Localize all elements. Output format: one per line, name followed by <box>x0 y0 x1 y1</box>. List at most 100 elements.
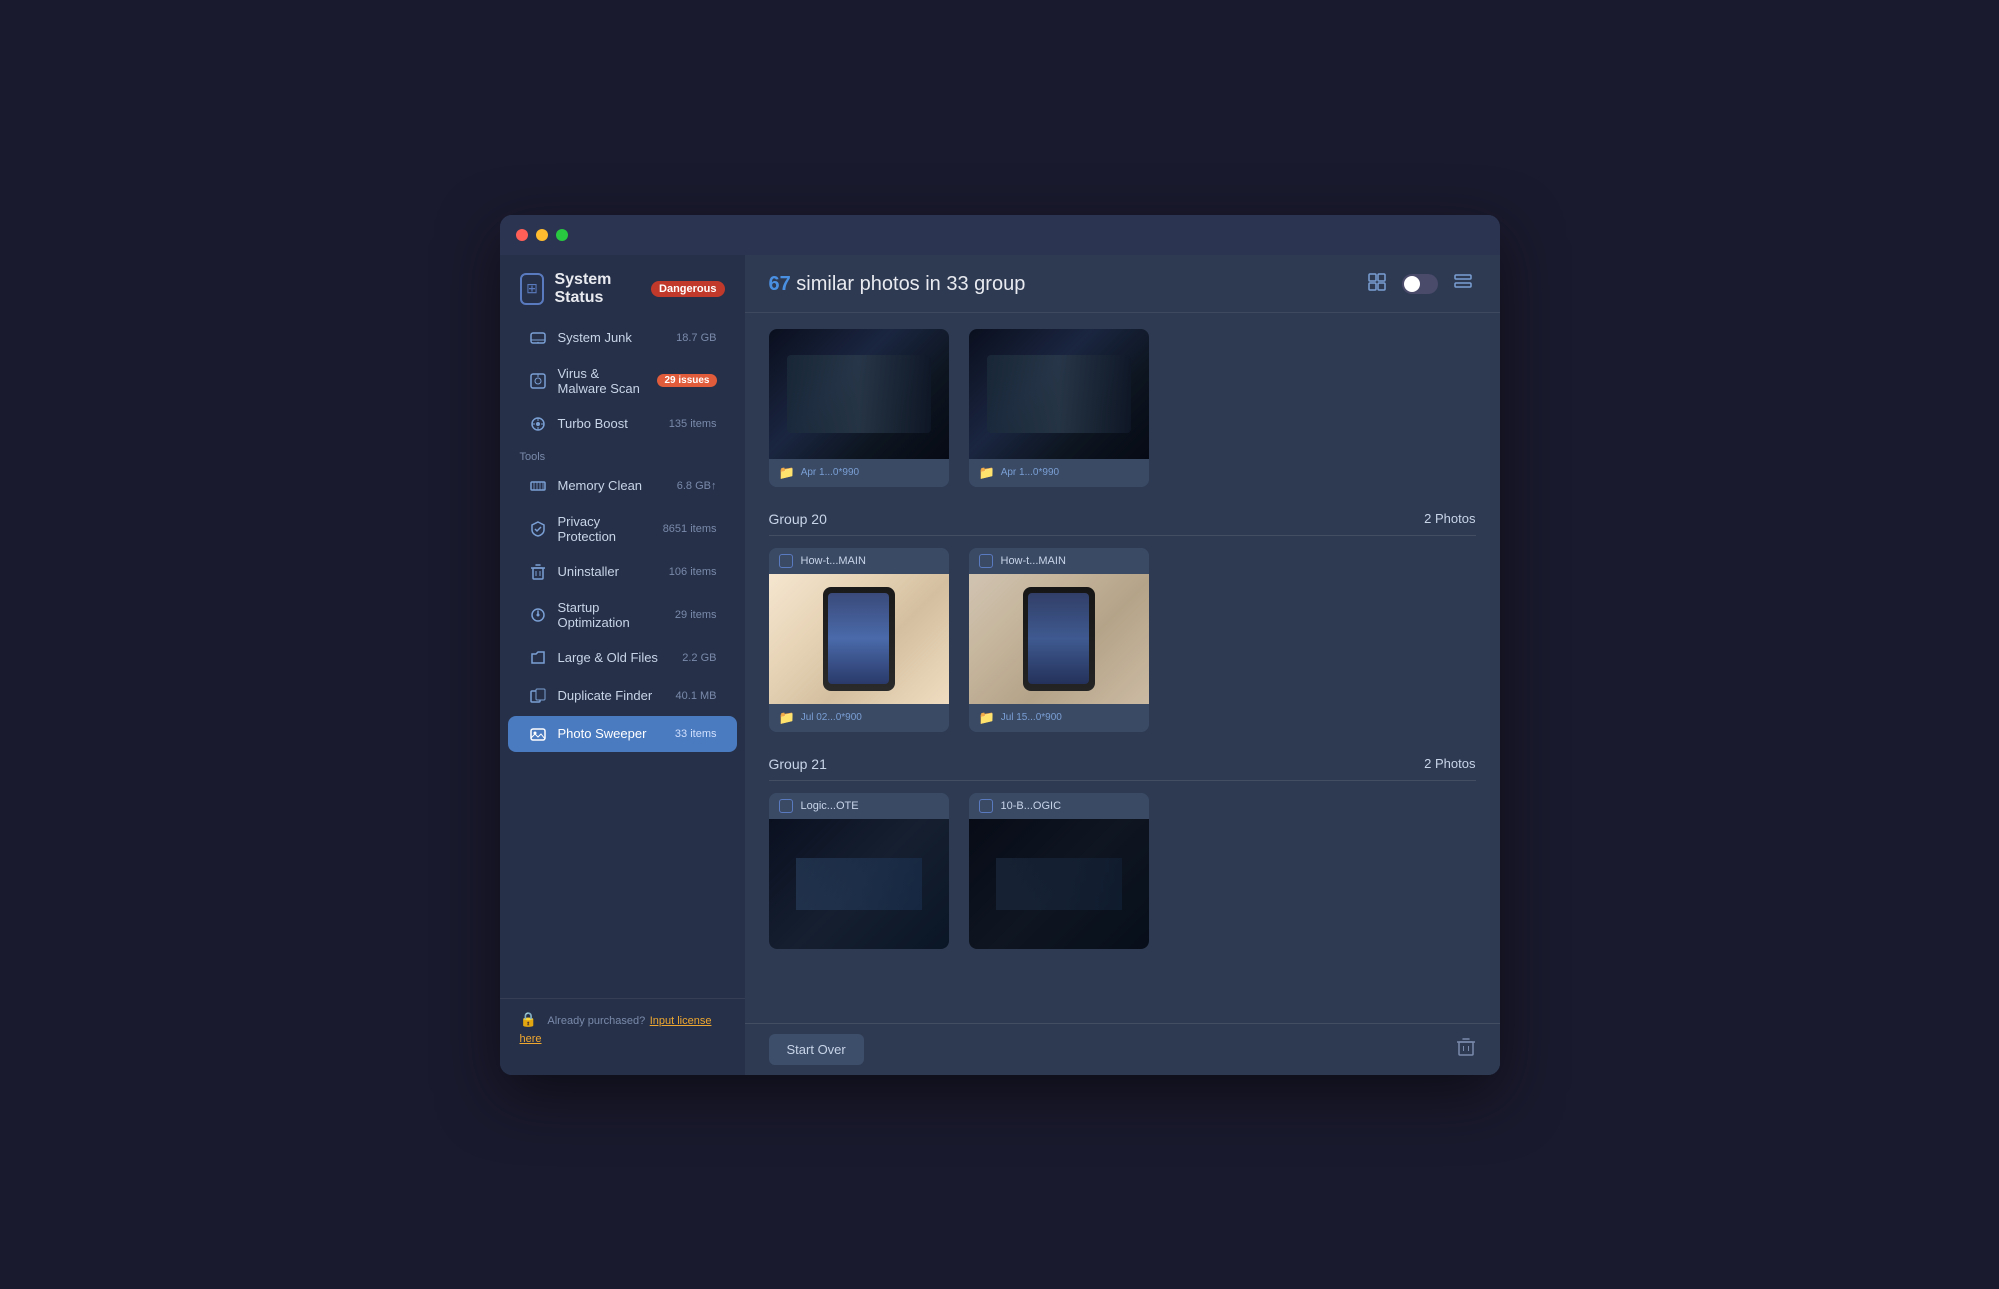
start-over-button[interactable]: Start Over <box>769 1034 864 1065</box>
close-button[interactable] <box>516 229 528 241</box>
memory-clean-count: 6.8 GB↑ <box>677 480 717 492</box>
app-body: ⊞ System Status Dangerous System Junk 18… <box>500 255 1500 1075</box>
bottom-bar: Start Over <box>745 1023 1500 1075</box>
photo-card-header: How-t...MAIN <box>969 548 1149 574</box>
group-20-count: 2 Photos <box>1424 511 1475 526</box>
turbo-boost-count: 135 items <box>669 418 717 430</box>
sidebar-item-virus-scan[interactable]: Virus & Malware Scan 29 issues <box>508 358 737 404</box>
grid-view-button[interactable] <box>1364 269 1390 300</box>
system-junk-label: System Junk <box>558 330 667 345</box>
photo-footer: 📁 Apr 1...0*990 <box>769 459 949 487</box>
large-old-files-label: Large & Old Files <box>558 650 673 665</box>
photo-checkbox[interactable] <box>979 799 993 813</box>
photo-filename: How-t...MAIN <box>801 555 866 567</box>
turbo-boost-icon <box>528 414 548 434</box>
list-view-button[interactable] <box>1450 269 1476 300</box>
app-window: ⊞ System Status Dangerous System Junk 18… <box>500 215 1500 1075</box>
delete-button[interactable] <box>1456 1037 1476 1062</box>
title-suffix: similar photos in 33 group <box>791 273 1026 295</box>
sidebar-item-memory-clean[interactable]: Memory Clean 6.8 GB↑ <box>508 468 737 504</box>
minimize-button[interactable] <box>536 229 548 241</box>
privacy-protection-label: Privacy Protection <box>558 514 653 544</box>
photo-thumbnail <box>969 329 1149 459</box>
sidebar-item-photo-sweeper[interactable]: Photo Sweeper 33 items <box>508 716 737 752</box>
sidebar-item-startup-optimization[interactable]: Startup Optimization 29 items <box>508 592 737 638</box>
sidebar-item-turbo-boost[interactable]: Turbo Boost 135 items <box>508 406 737 442</box>
main-content: 67 similar photos in 33 group <box>745 255 1500 1075</box>
photo-card-group21-1[interactable]: Logic...OTE <box>769 793 949 949</box>
photo-group-20: Group 20 2 Photos How-t...MAIN 📁 <box>769 503 1476 732</box>
photo-thumbnail <box>969 574 1149 704</box>
app-logo-icon: ⊞ <box>520 273 545 305</box>
folder-icon: 📁 <box>979 710 995 726</box>
folder-icon: 📁 <box>979 465 995 481</box>
sidebar-item-uninstaller[interactable]: Uninstaller 106 items <box>508 554 737 590</box>
photo-thumbnail <box>769 329 949 459</box>
sidebar-title: System Status <box>554 271 637 307</box>
photo-sweeper-label: Photo Sweeper <box>558 726 665 741</box>
virus-issues-badge: 29 issues <box>657 374 716 387</box>
photo-thumbnail <box>769 574 949 704</box>
photo-filename: How-t...MAIN <box>1001 555 1066 567</box>
maximize-button[interactable] <box>556 229 568 241</box>
photo-card[interactable]: 📁 Apr 1...0*990 <box>969 329 1149 487</box>
duplicate-finder-icon <box>528 686 548 706</box>
turbo-boost-label: Turbo Boost <box>558 416 659 431</box>
photo-count: 67 <box>769 273 791 295</box>
photo-card-header: How-t...MAIN <box>769 548 949 574</box>
photo-meta: Jul 02...0*900 <box>801 712 862 723</box>
lock-icon: 🔒 <box>520 1011 537 1027</box>
header-actions <box>1364 269 1476 300</box>
photo-checkbox[interactable] <box>779 554 793 568</box>
sidebar-footer: 🔒 Already purchased? Input license here <box>500 998 745 1059</box>
photo-meta: Jul 15...0*900 <box>1001 712 1062 723</box>
status-badge: Dangerous <box>651 281 724 297</box>
sidebar-item-privacy-protection[interactable]: Privacy Protection 8651 items <box>508 506 737 552</box>
sidebar-header: ⊞ System Status Dangerous <box>500 255 745 319</box>
photo-thumbnail <box>969 819 1149 949</box>
photo-card[interactable]: 📁 Apr 1...0*990 <box>769 329 949 487</box>
photo-filename: Logic...OTE <box>801 800 859 812</box>
system-junk-icon <box>528 328 548 348</box>
large-old-files-icon <box>528 648 548 668</box>
photo-card-group20-2[interactable]: How-t...MAIN 📁 Jul 15...0*900 <box>969 548 1149 732</box>
folder-icon: 📁 <box>779 465 795 481</box>
virus-scan-label: Virus & Malware Scan <box>558 366 648 396</box>
virus-scan-icon <box>528 371 548 391</box>
startup-optimization-icon <box>528 605 548 625</box>
photos-row: 📁 Apr 1...0*990 📁 Apr 1...0*990 <box>769 329 1476 487</box>
photo-meta: Apr 1...0*990 <box>1001 467 1059 478</box>
group-20-header: Group 20 2 Photos <box>769 503 1476 536</box>
startup-optimization-count: 29 items <box>675 609 717 621</box>
view-toggle[interactable] <box>1402 274 1438 294</box>
uninstaller-icon <box>528 562 548 582</box>
privacy-protection-count: 8651 items <box>663 523 717 535</box>
already-purchased-text: Already purchased? <box>547 1015 645 1027</box>
group-21-count: 2 Photos <box>1424 756 1475 771</box>
group-20-photos: How-t...MAIN 📁 Jul 02...0*900 How <box>769 548 1476 732</box>
startup-optimization-label: Startup Optimization <box>558 600 665 630</box>
photo-card-group20-1[interactable]: How-t...MAIN 📁 Jul 02...0*900 <box>769 548 949 732</box>
group-21-header: Group 21 2 Photos <box>769 748 1476 781</box>
photo-sweeper-count: 33 items <box>675 728 717 740</box>
title-bar <box>500 215 1500 255</box>
photo-thumbnail <box>769 819 949 949</box>
duplicate-finder-label: Duplicate Finder <box>558 688 666 703</box>
tools-section-header: Tools <box>500 443 745 467</box>
photo-checkbox[interactable] <box>979 554 993 568</box>
photo-card-header: 10-B...OGIC <box>969 793 1149 819</box>
sidebar-item-duplicate-finder[interactable]: Duplicate Finder 40.1 MB <box>508 678 737 714</box>
photo-footer: 📁 Apr 1...0*990 <box>969 459 1149 487</box>
photo-footer: 📁 Jul 15...0*900 <box>969 704 1149 732</box>
photo-meta: Apr 1...0*990 <box>801 467 859 478</box>
photo-group-top: 📁 Apr 1...0*990 📁 Apr 1...0*990 <box>769 329 1476 487</box>
uninstaller-count: 106 items <box>669 566 717 578</box>
photo-checkbox[interactable] <box>779 799 793 813</box>
sidebar-item-large-old-files[interactable]: Large & Old Files 2.2 GB <box>508 640 737 676</box>
photo-card-group21-2[interactable]: 10-B...OGIC <box>969 793 1149 949</box>
content-scroll[interactable]: 📁 Apr 1...0*990 📁 Apr 1...0*990 <box>745 313 1500 1023</box>
sidebar-item-system-junk[interactable]: System Junk 18.7 GB <box>508 320 737 356</box>
duplicate-finder-count: 40.1 MB <box>676 690 717 702</box>
group-21-photos: Logic...OTE 10-B...OGIC <box>769 793 1476 949</box>
group-21-name: Group 21 <box>769 756 827 772</box>
